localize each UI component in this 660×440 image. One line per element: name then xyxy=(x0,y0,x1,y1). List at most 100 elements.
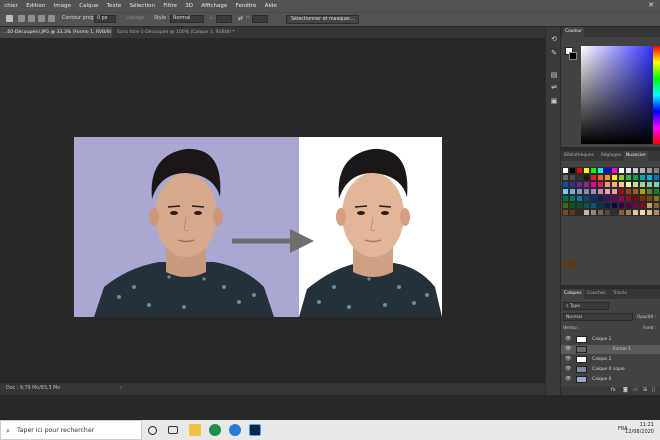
layer-filter-select[interactable]: ⌕ Type xyxy=(563,302,609,310)
color-swatch[interactable] xyxy=(625,167,632,174)
color-swatch[interactable] xyxy=(618,181,625,188)
edge-icon[interactable] xyxy=(229,424,241,436)
tab-paths[interactable]: Tracés xyxy=(611,289,629,299)
color-swatch[interactable] xyxy=(632,188,639,195)
color-swatch[interactable] xyxy=(646,195,653,202)
color-swatch[interactable] xyxy=(583,167,590,174)
color-swatch[interactable] xyxy=(569,174,576,181)
cortana-icon[interactable] xyxy=(148,426,157,435)
color-swatch[interactable] xyxy=(632,174,639,181)
color-swatch[interactable] xyxy=(639,167,646,174)
color-swatch[interactable] xyxy=(604,188,611,195)
color-swatch[interactable] xyxy=(604,195,611,202)
color-swatch[interactable] xyxy=(569,188,576,195)
taskbar-search-input[interactable]: ⌕ Taper ici pour rechercher xyxy=(0,420,142,440)
fill-label[interactable]: Fond : xyxy=(643,325,656,330)
color-swatch[interactable] xyxy=(618,174,625,181)
tab-color[interactable]: Couleur xyxy=(563,27,585,37)
menu-image[interactable]: Image xyxy=(49,3,75,9)
trash-icon[interactable]: ▯ xyxy=(652,387,655,393)
color-swatch[interactable] xyxy=(562,174,569,181)
color-swatch[interactable] xyxy=(604,209,611,216)
menu-help[interactable]: Aide xyxy=(261,3,282,9)
color-swatch[interactable] xyxy=(632,181,639,188)
chrome-icon[interactable] xyxy=(209,424,221,436)
file-explorer-icon[interactable] xyxy=(189,424,201,436)
color-swatch[interactable] xyxy=(597,181,604,188)
subtract-selection-icon[interactable] xyxy=(38,15,45,22)
canvas-area[interactable] xyxy=(0,38,545,383)
color-swatch[interactable] xyxy=(646,188,653,195)
menu-select[interactable]: Sélection xyxy=(125,3,159,9)
layer-row[interactable]: 👁 Calque 2 xyxy=(561,355,660,364)
color-swatch[interactable] xyxy=(618,167,625,174)
layer-row[interactable]: 👁 Forme 1 xyxy=(561,345,660,354)
new-layer-icon[interactable]: ⊞ xyxy=(643,387,647,393)
color-swatch[interactable] xyxy=(618,195,625,202)
system-clock[interactable]: 11:21 12/08/2020 xyxy=(625,422,654,436)
color-swatch[interactable] xyxy=(611,202,618,209)
color-swatch[interactable] xyxy=(562,209,569,216)
menu-window[interactable]: Fenêtre xyxy=(231,3,260,9)
color-swatch[interactable] xyxy=(611,195,618,202)
color-swatch[interactable] xyxy=(597,202,604,209)
color-swatch[interactable] xyxy=(646,167,653,174)
properties-icon[interactable]: ▤ xyxy=(549,71,559,80)
color-swatch[interactable] xyxy=(597,188,604,195)
color-swatch[interactable] xyxy=(653,209,660,216)
color-swatch[interactable] xyxy=(604,174,611,181)
color-swatch[interactable] xyxy=(646,209,653,216)
color-swatch[interactable] xyxy=(625,181,632,188)
color-swatch[interactable] xyxy=(625,209,632,216)
feather-input[interactable]: 0 px xyxy=(94,15,116,23)
height-input[interactable] xyxy=(252,15,268,23)
visibility-eye-icon[interactable]: 👁 xyxy=(565,345,571,354)
color-swatch[interactable] xyxy=(604,181,611,188)
layer-row[interactable]: 👁 Calque 1 xyxy=(561,335,660,344)
menu-type[interactable]: Texte xyxy=(103,3,126,9)
color-swatch[interactable] xyxy=(562,188,569,195)
visibility-eye-icon[interactable]: 👁 xyxy=(565,355,571,364)
color-swatch[interactable] xyxy=(569,202,576,209)
color-swatch[interactable] xyxy=(590,202,597,209)
tab-document-2[interactable]: Sans titre-1-Découpée @ 100% (Calque 1, … xyxy=(114,27,242,38)
color-swatch[interactable] xyxy=(562,202,569,209)
color-swatch[interactable] xyxy=(618,209,625,216)
color-swatch[interactable] xyxy=(597,167,604,174)
color-swatch[interactable] xyxy=(611,167,618,174)
color-swatch[interactable] xyxy=(576,209,583,216)
blend-mode-select[interactable]: Normal xyxy=(563,313,633,321)
color-swatch[interactable] xyxy=(590,167,597,174)
color-swatch[interactable] xyxy=(611,181,618,188)
color-swatch[interactable] xyxy=(646,202,653,209)
tab-libraries[interactable]: Bibliothèques xyxy=(562,151,596,161)
hue-slider[interactable] xyxy=(653,46,660,144)
color-swatch[interactable] xyxy=(625,202,632,209)
visibility-eye-icon[interactable]: 👁 xyxy=(565,335,571,344)
color-swatch[interactable] xyxy=(583,174,590,181)
color-swatch[interactable] xyxy=(625,195,632,202)
brush-settings-icon[interactable]: ✎ xyxy=(549,49,559,58)
color-swatch[interactable] xyxy=(625,188,632,195)
color-swatch[interactable] xyxy=(583,195,590,202)
color-swatch[interactable] xyxy=(639,174,646,181)
menu-view[interactable]: Affichage xyxy=(197,3,231,9)
color-swatch[interactable] xyxy=(569,167,576,174)
color-swatch[interactable] xyxy=(653,181,660,188)
color-swatch[interactable] xyxy=(604,202,611,209)
adjust-icon[interactable]: ⇌ xyxy=(549,83,559,92)
tab-layers[interactable]: Calques xyxy=(562,289,584,299)
color-swatch[interactable] xyxy=(583,202,590,209)
menu-layer[interactable]: Calque xyxy=(75,3,102,9)
photoshop-taskbar-icon[interactable] xyxy=(249,424,261,436)
color-swatch[interactable] xyxy=(632,202,639,209)
color-swatch[interactable] xyxy=(590,188,597,195)
anti-alias-checkbox[interactable]: Lissage xyxy=(126,16,144,21)
close-window-icon[interactable]: ✕ xyxy=(648,1,654,9)
color-swatch[interactable] xyxy=(590,209,597,216)
color-swatch[interactable] xyxy=(653,202,660,209)
color-swatch[interactable] xyxy=(597,209,604,216)
color-swatch[interactable] xyxy=(639,209,646,216)
tab-swatches[interactable]: Nuancier xyxy=(624,151,648,161)
status-arrow-icon[interactable]: › xyxy=(120,383,122,395)
